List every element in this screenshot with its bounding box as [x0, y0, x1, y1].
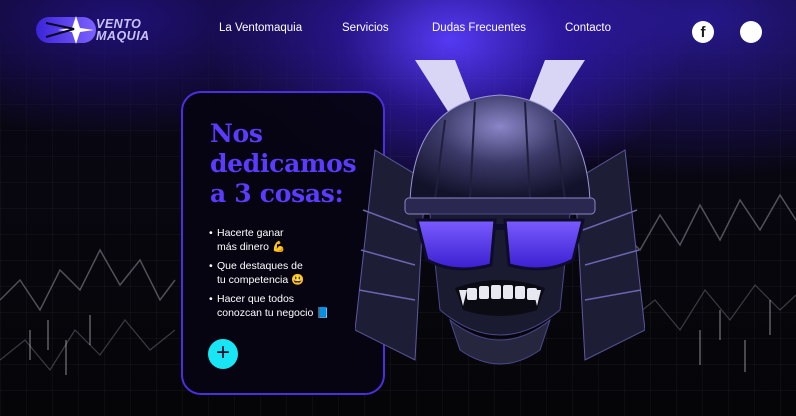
- nav-link-servicios[interactable]: Servicios: [342, 22, 389, 34]
- list-item-text: Hacer que todos conozcan tu negocio: [217, 293, 314, 319]
- samurai-helmet-illustration: [355, 60, 645, 365]
- nav-link-dudas-frecuentes[interactable]: Dudas Frecuentes: [432, 22, 526, 34]
- list-item: • Que destaques de tu competencia 😃: [209, 260, 305, 286]
- facebook-glyph: f: [700, 23, 706, 41]
- nav-link-la-ventomaquia[interactable]: La Ventomaquia: [219, 22, 302, 34]
- smile-emoji-icon: 😃: [291, 273, 305, 286]
- main-nav: La Ventomaquia Servicios Dudas Frecuente…: [0, 22, 796, 38]
- facebook-icon[interactable]: f: [692, 21, 714, 43]
- book-emoji-icon: 📘: [316, 306, 330, 319]
- circle-social-icon[interactable]: [740, 21, 762, 43]
- services-list: • Hacerte ganar más dinero 💪 • Que destaq…: [209, 227, 379, 326]
- list-item: • Hacer que todos conozcan tu negocio 📘: [209, 293, 330, 319]
- list-item: • Hacerte ganar más dinero 💪: [209, 227, 286, 253]
- plus-button[interactable]: +: [208, 339, 238, 369]
- list-item-text: Que destaques de tu competencia: [217, 260, 303, 286]
- nav-link-contacto[interactable]: Contacto: [565, 22, 611, 34]
- muscle-emoji-icon: 💪: [271, 240, 286, 253]
